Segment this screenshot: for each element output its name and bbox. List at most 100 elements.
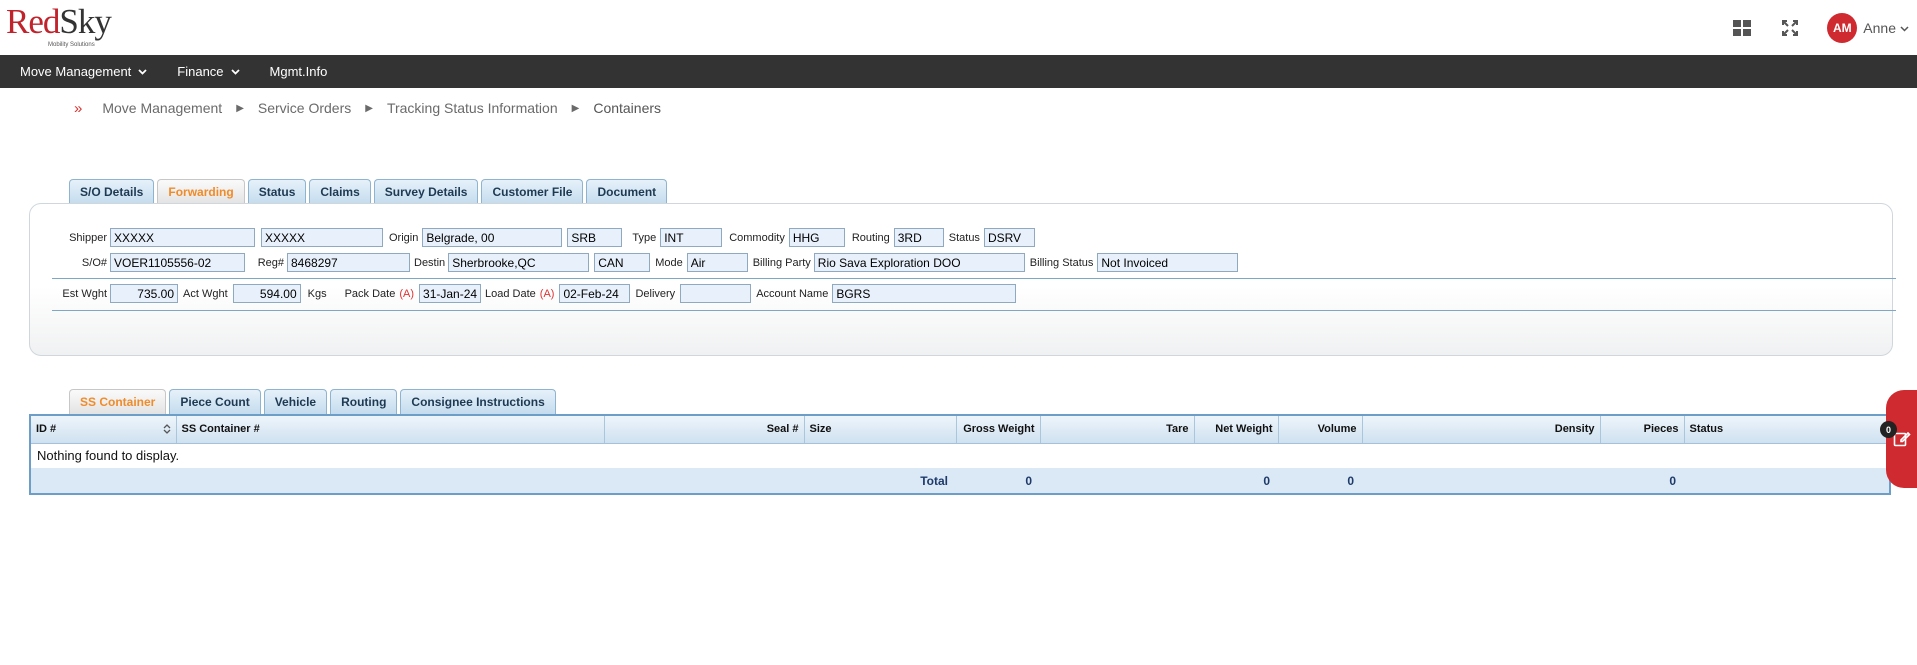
ss-container-table: ID # SS Container # Seal # Size Gross We…: [29, 414, 1891, 495]
col-header-density[interactable]: Density: [1362, 416, 1601, 444]
tab-so-details[interactable]: S/O Details: [69, 179, 155, 204]
table-row-empty: Nothing found to display.: [31, 443, 1889, 468]
table-header-row: ID # SS Container # Seal # Size Gross We…: [31, 416, 1889, 444]
load-date-field[interactable]: [559, 284, 631, 303]
origin-country-field[interactable]: [567, 228, 623, 247]
mode-field[interactable]: [686, 253, 748, 272]
billing-party-field[interactable]: [813, 253, 1025, 272]
load-date-label: Load Date: [485, 287, 536, 300]
origin-label: Origin: [389, 231, 419, 244]
side-notes-button[interactable]: [1886, 390, 1917, 488]
breadcrumb-move-management[interactable]: Move Management: [102, 100, 222, 116]
col-header-net-weight[interactable]: Net Weight: [1194, 416, 1279, 444]
col-header-gross-weight[interactable]: Gross Weight: [956, 416, 1041, 444]
routing-label: Routing: [851, 231, 890, 244]
expand-icon[interactable]: [1779, 17, 1801, 39]
commodity-field[interactable]: [788, 228, 845, 247]
billing-party-label: Billing Party: [752, 256, 811, 269]
shipper-first-name-field[interactable]: [110, 228, 255, 247]
tab-status[interactable]: Status: [247, 179, 307, 204]
status-field[interactable]: [983, 228, 1035, 247]
destination-country-field[interactable]: [594, 253, 651, 272]
billing-status-label: Billing Status: [1029, 256, 1094, 269]
main-navbar: Move Management Finance Mgmt.Info: [0, 55, 1917, 88]
chevron-down-icon: [138, 68, 147, 75]
breadcrumb-arrow-icon: ▶: [365, 102, 373, 114]
total-gross-weight: 0: [956, 468, 1040, 493]
tab-forwarding[interactable]: Forwarding: [157, 179, 245, 204]
billing-status-field[interactable]: [1097, 253, 1239, 272]
total-net-weight: 0: [1194, 468, 1278, 493]
delivery-field[interactable]: [680, 284, 752, 303]
status-label: Status: [948, 231, 980, 244]
type-label: Type: [632, 231, 657, 244]
weight-unit-label: Kgs: [307, 287, 327, 300]
shipper-label: Shipper: [69, 231, 107, 244]
origin-city-field[interactable]: [422, 228, 563, 247]
breadcrumb-containers: Containers: [593, 100, 662, 116]
nav-finance[interactable]: Finance: [177, 64, 240, 79]
reg-number-field[interactable]: [287, 253, 410, 272]
nav-mgmt-info[interactable]: Mgmt.Info: [270, 64, 328, 79]
redsky-logo[interactable]: RedSky Mobility Solutions: [6, 2, 112, 52]
tab-survey-details[interactable]: Survey Details: [373, 179, 479, 204]
tab-vehicle[interactable]: Vehicle: [263, 389, 328, 414]
delivery-label: Delivery: [635, 287, 676, 300]
sort-icon[interactable]: [163, 423, 171, 435]
col-header-pieces[interactable]: Pieces: [1600, 416, 1685, 444]
commodity-label: Commodity: [729, 231, 785, 244]
reg-number-label: Reg#: [257, 256, 284, 269]
routing-field[interactable]: [893, 228, 944, 247]
col-header-seal[interactable]: Seal #: [604, 416, 805, 444]
double-chevron-icon[interactable]: »: [74, 100, 82, 117]
tab-document[interactable]: Document: [586, 179, 668, 204]
user-name[interactable]: Anne: [1863, 20, 1896, 36]
col-header-status[interactable]: Status: [1684, 416, 1889, 444]
destination-city-field[interactable]: [448, 253, 590, 272]
container-tabs: SS Container Piece Count Vehicle Routing…: [69, 389, 559, 414]
breadcrumb-tracking-status[interactable]: Tracking Status Information: [387, 100, 558, 116]
breadcrumb-arrow-icon: ▶: [236, 102, 244, 114]
breadcrumb-service-orders[interactable]: Service Orders: [258, 100, 351, 116]
breadcrumb-arrow-icon: ▶: [571, 102, 580, 114]
so-number-label: S/O#: [81, 256, 107, 269]
pack-date-actual-marker: (A): [399, 287, 415, 300]
mode-label: Mode: [655, 256, 683, 269]
grid-icon[interactable]: [1731, 17, 1753, 39]
est-weight-field[interactable]: [110, 284, 178, 303]
notification-badge: 0: [1880, 421, 1897, 438]
col-header-size[interactable]: Size: [804, 416, 957, 444]
user-avatar[interactable]: AM: [1827, 12, 1858, 43]
so-number-field[interactable]: [110, 253, 245, 272]
tab-ss-container[interactable]: SS Container: [69, 389, 167, 414]
col-header-ss-container[interactable]: SS Container #: [176, 416, 605, 444]
type-field[interactable]: [660, 228, 723, 247]
col-header-id[interactable]: ID #: [31, 416, 177, 444]
col-header-tare[interactable]: Tare: [1040, 416, 1195, 444]
tab-piece-count[interactable]: Piece Count: [169, 389, 261, 414]
divider: [52, 278, 1896, 279]
top-bar: RedSky Mobility Solutions AM Anne: [0, 0, 1917, 55]
account-name-label: Account Name: [756, 287, 829, 300]
tab-customer-file[interactable]: Customer File: [481, 179, 584, 204]
act-weight-field[interactable]: [232, 284, 301, 303]
tab-claims[interactable]: Claims: [309, 179, 371, 204]
divider: [52, 310, 1896, 311]
total-label: Total: [804, 468, 956, 493]
nav-move-management[interactable]: Move Management: [20, 64, 147, 79]
service-order-tabs: S/O Details Forwarding Status Claims Sur…: [69, 179, 670, 204]
tab-consignee-instructions[interactable]: Consignee Instructions: [400, 389, 556, 414]
service-order-header-panel: Shipper Origin Type Commodity Routing St…: [29, 203, 1896, 356]
account-name-field[interactable]: [832, 284, 1017, 303]
chevron-down-icon: [230, 68, 240, 75]
total-volume: 0: [1278, 468, 1362, 493]
empty-message: Nothing found to display.: [31, 443, 1889, 468]
pack-date-field[interactable]: [419, 284, 482, 303]
act-weight-label: Act Wght: [183, 287, 228, 300]
pack-date-label: Pack Date: [344, 287, 396, 300]
shipper-last-name-field[interactable]: [261, 228, 383, 247]
chevron-down-icon[interactable]: [1900, 21, 1909, 35]
tab-routing[interactable]: Routing: [330, 389, 398, 414]
col-header-volume[interactable]: Volume: [1278, 416, 1363, 444]
table-total-row: Total 0 0 0 0: [31, 468, 1889, 493]
